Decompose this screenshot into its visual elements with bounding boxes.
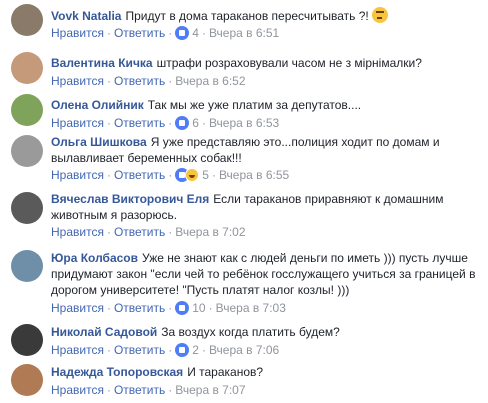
comment-author[interactable]: Олена Олийник xyxy=(51,98,144,112)
avatar[interactable] xyxy=(11,324,43,356)
comment-time[interactable]: Вчера в 7:07 xyxy=(175,383,245,397)
reply-link[interactable]: Ответить xyxy=(114,343,165,357)
avatar[interactable] xyxy=(11,250,43,282)
like-reaction-icon[interactable] xyxy=(175,343,190,357)
comment-time[interactable]: Вчера в 6:51 xyxy=(209,26,279,40)
like-link[interactable]: Нравится xyxy=(51,301,104,315)
comment-author[interactable]: Юра Колбасов xyxy=(51,251,138,265)
reply-link[interactable]: Ответить xyxy=(114,301,165,315)
reply-link[interactable]: Ответить xyxy=(114,74,165,88)
comment-author[interactable]: Вячеслав Викторович Еля xyxy=(51,192,209,206)
like-link[interactable]: Нравится xyxy=(51,383,104,397)
reply-link[interactable]: Ответить xyxy=(114,116,165,130)
like-reaction-icon[interactable] xyxy=(175,116,190,130)
comment-meta: Нравится · Ответить · Вчера в 7:02 xyxy=(51,225,246,239)
comment-time[interactable]: Вчера в 7:02 xyxy=(175,225,245,239)
like-reaction-icon[interactable] xyxy=(175,26,190,40)
comment-meta: Нравится · Ответить · 4 · Вчера в 6:51 xyxy=(51,26,280,40)
reply-link[interactable]: Ответить xyxy=(114,225,165,239)
like-link[interactable]: Нравится xyxy=(51,116,104,130)
comment-time[interactable]: Вчера в 7:03 xyxy=(216,301,286,315)
comment-meta: Нравится · Ответить · 2 · Вчера в 7:06 xyxy=(51,343,280,357)
avatar[interactable] xyxy=(11,52,43,84)
comment-text: Так мы же уже платим за депутатов.... xyxy=(147,98,362,112)
comment-text: Придут в дома тараканов пересчитывать ?! xyxy=(125,9,369,23)
avatar[interactable] xyxy=(11,192,43,224)
comment-text: И тараканов? xyxy=(187,365,264,379)
like-reaction-icon[interactable] xyxy=(175,301,190,315)
reaction-count[interactable]: 6 xyxy=(192,116,199,130)
avatar[interactable] xyxy=(11,135,43,167)
reply-link[interactable]: Ответить xyxy=(114,168,165,182)
comment-time[interactable]: Вчера в 6:53 xyxy=(209,116,279,130)
like-link[interactable]: Нравится xyxy=(51,26,104,40)
reaction-count[interactable]: 2 xyxy=(192,343,199,357)
comment-author[interactable]: Николай Садовой xyxy=(51,325,157,339)
reply-link[interactable]: Ответить xyxy=(114,383,165,397)
comment-meta: Нравится · Ответить · 10 · Вчера в 7:03 xyxy=(51,301,286,315)
comment-meta: Нравится · Ответить · 6 · Вчера в 6:53 xyxy=(51,116,280,130)
reaction-count[interactable]: 5 xyxy=(202,168,209,182)
comment-time[interactable]: Вчера в 7:06 xyxy=(209,343,279,357)
reply-link[interactable]: Ответить xyxy=(114,26,165,40)
haha-reaction-icon[interactable] xyxy=(185,168,200,182)
comment-time[interactable]: Вчера в 6:55 xyxy=(219,168,289,182)
reaction-count[interactable]: 10 xyxy=(192,301,205,315)
thinking-face-emoji xyxy=(372,7,389,23)
avatar[interactable] xyxy=(11,4,43,36)
avatar[interactable] xyxy=(11,364,43,396)
comment-meta: Нравится · Ответить · Вчера в 6:52 xyxy=(51,74,246,88)
comment-meta: Нравится · Ответить · Вчера в 7:07 xyxy=(51,383,246,397)
like-link[interactable]: Нравится xyxy=(51,343,104,357)
comment-meta: Нравится · Ответить · 5 · Вчера в 6:55 xyxy=(51,168,290,182)
like-link[interactable]: Нравится xyxy=(51,225,104,239)
like-link[interactable]: Нравится xyxy=(51,74,104,88)
comment-author[interactable]: Валентина Кичка xyxy=(51,56,153,70)
reaction-count[interactable]: 4 xyxy=(192,26,199,40)
comment-author[interactable]: Надежда Топоровская xyxy=(51,365,183,379)
avatar[interactable] xyxy=(11,94,43,126)
comment-text: штрафи розраховували часом не з мірнімал… xyxy=(156,56,422,70)
comment-time[interactable]: Вчера в 6:52 xyxy=(175,74,245,88)
comment-text: За воздух когда платить будем? xyxy=(161,325,340,339)
like-link[interactable]: Нравится xyxy=(51,168,104,182)
comment-author[interactable]: Ольга Шишкова xyxy=(51,135,147,149)
comment-author[interactable]: Vovk Natalia xyxy=(51,9,121,23)
